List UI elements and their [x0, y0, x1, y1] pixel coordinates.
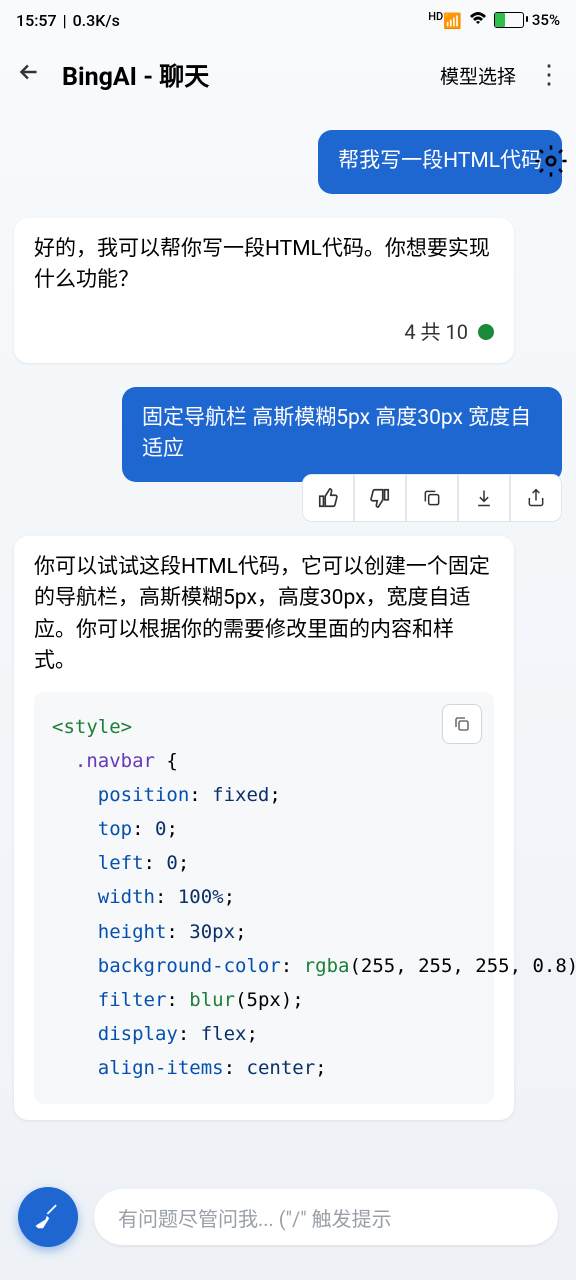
quota-indicator: 4 共 10 — [34, 317, 494, 347]
assistant-bubble: 你可以试试这段HTML代码，它可以创建一个固定的导航栏，高斯模糊5px，高度30… — [14, 536, 514, 1120]
assistant-text: 你可以试试这段HTML代码，它可以创建一个固定的导航栏，高斯模糊5px，高度30… — [34, 552, 494, 678]
copy-button[interactable] — [406, 474, 458, 522]
user-bubble: 帮我写一段HTML代码 — [318, 130, 562, 194]
wifi-icon — [468, 10, 488, 30]
status-bar: 15:57 | 0.3K/s HD📶 35% — [0, 0, 576, 40]
chat-area: 帮我写一段HTML代码 好的，我可以帮你写一段HTML代码。你想要实现什么功能？… — [0, 110, 576, 1170]
new-chat-button[interactable] — [18, 1187, 78, 1247]
status-time: 15:57 — [16, 11, 57, 30]
thumbs-up-button[interactable] — [302, 474, 354, 522]
gear-icon[interactable] — [534, 144, 568, 186]
thumbs-down-button[interactable] — [354, 474, 406, 522]
assistant-text: 好的，我可以帮你写一段HTML代码。你想要实现什么功能？ — [34, 234, 494, 297]
assistant-message: 好的，我可以帮你写一段HTML代码。你想要实现什么功能？ 4 共 10 — [14, 218, 562, 363]
share-button[interactable] — [510, 474, 562, 522]
chat-input[interactable]: 有问题尽管问我... ("/" 触发提示 — [94, 1189, 558, 1245]
page-title: BingAI - 聊天 — [62, 57, 420, 93]
more-menu-icon[interactable]: ⋮ — [536, 60, 560, 90]
bottom-bar: 有问题尽管问我... ("/" 触发提示 — [0, 1170, 576, 1280]
model-select-button[interactable]: 模型选择 — [440, 62, 516, 89]
user-message: 固定导航栏 高斯模糊5px 高度30px 宽度自适应 — [14, 387, 562, 482]
hd-indicator: HD📶 — [428, 10, 462, 30]
code-block: <style> .navbar { position: fixed; top: … — [34, 692, 494, 1104]
nav-bar: BingAI - 聊天 模型选择 ⋮ — [0, 40, 576, 110]
code-copy-button[interactable] — [442, 704, 482, 744]
back-arrow-icon[interactable] — [16, 59, 42, 92]
input-placeholder: 有问题尽管问我... ("/" 触发提示 — [118, 1203, 392, 1232]
user-bubble: 固定导航栏 高斯模糊5px 高度30px 宽度自适应 — [122, 387, 562, 482]
download-button[interactable] — [458, 474, 510, 522]
action-bar — [14, 474, 562, 522]
status-net-speed: 0.3K/s — [73, 11, 120, 30]
assistant-bubble: 好的，我可以帮你写一段HTML代码。你想要实现什么功能？ 4 共 10 — [14, 218, 514, 363]
battery-icon — [494, 12, 524, 28]
user-message: 帮我写一段HTML代码 — [14, 130, 562, 194]
status-dot-icon — [478, 324, 494, 340]
quota-text: 4 共 10 — [404, 317, 468, 347]
battery-percent: 35% — [532, 11, 560, 29]
assistant-message: 你可以试试这段HTML代码，它可以创建一个固定的导航栏，高斯模糊5px，高度30… — [14, 536, 562, 1120]
